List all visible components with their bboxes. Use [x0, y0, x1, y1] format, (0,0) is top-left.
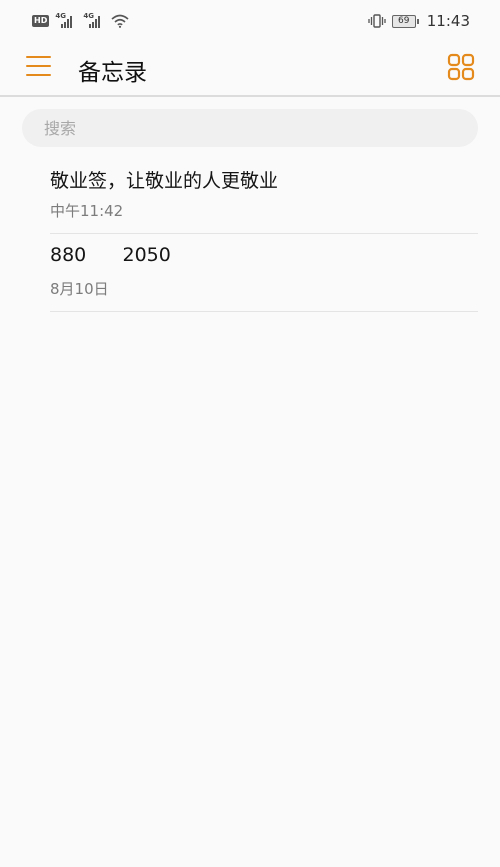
note-title: 敬业签，让敬业的人更敬业 [50, 170, 279, 192]
wifi-icon [111, 14, 129, 28]
status-indicators: HD 4G 4G [32, 12, 129, 29]
grid-view-icon [447, 53, 475, 81]
search-input[interactable] [22, 109, 478, 147]
cell-signal-icon: 4G [83, 12, 105, 29]
menu-button[interactable] [24, 54, 54, 80]
status-time: 11:43 [426, 12, 470, 30]
vibrate-icon [368, 14, 386, 28]
note-date: 中午11:42 [50, 202, 124, 220]
grid-view-button[interactable] [446, 52, 476, 82]
status-bar: HD 4G 4G 69 11:43 [0, 0, 500, 42]
note-title: 880 2050 [50, 244, 171, 266]
menu-icon [26, 56, 51, 58]
cell-signal-icon: 4G [55, 12, 77, 29]
note-item[interactable]: 敬业签，让敬业的人更敬业 中午11:42 [50, 156, 478, 234]
note-date: 8月10日 [50, 280, 109, 298]
note-item[interactable]: 880 2050 8月10日 [50, 234, 478, 312]
app-bar: 备忘录 [0, 42, 500, 97]
hd-badge: HD [32, 15, 50, 27]
page-title: 备忘录 [78, 60, 147, 86]
battery-icon: 69 [391, 14, 419, 28]
battery-level: 69 [391, 14, 416, 28]
status-system: 69 11:43 [368, 12, 470, 30]
